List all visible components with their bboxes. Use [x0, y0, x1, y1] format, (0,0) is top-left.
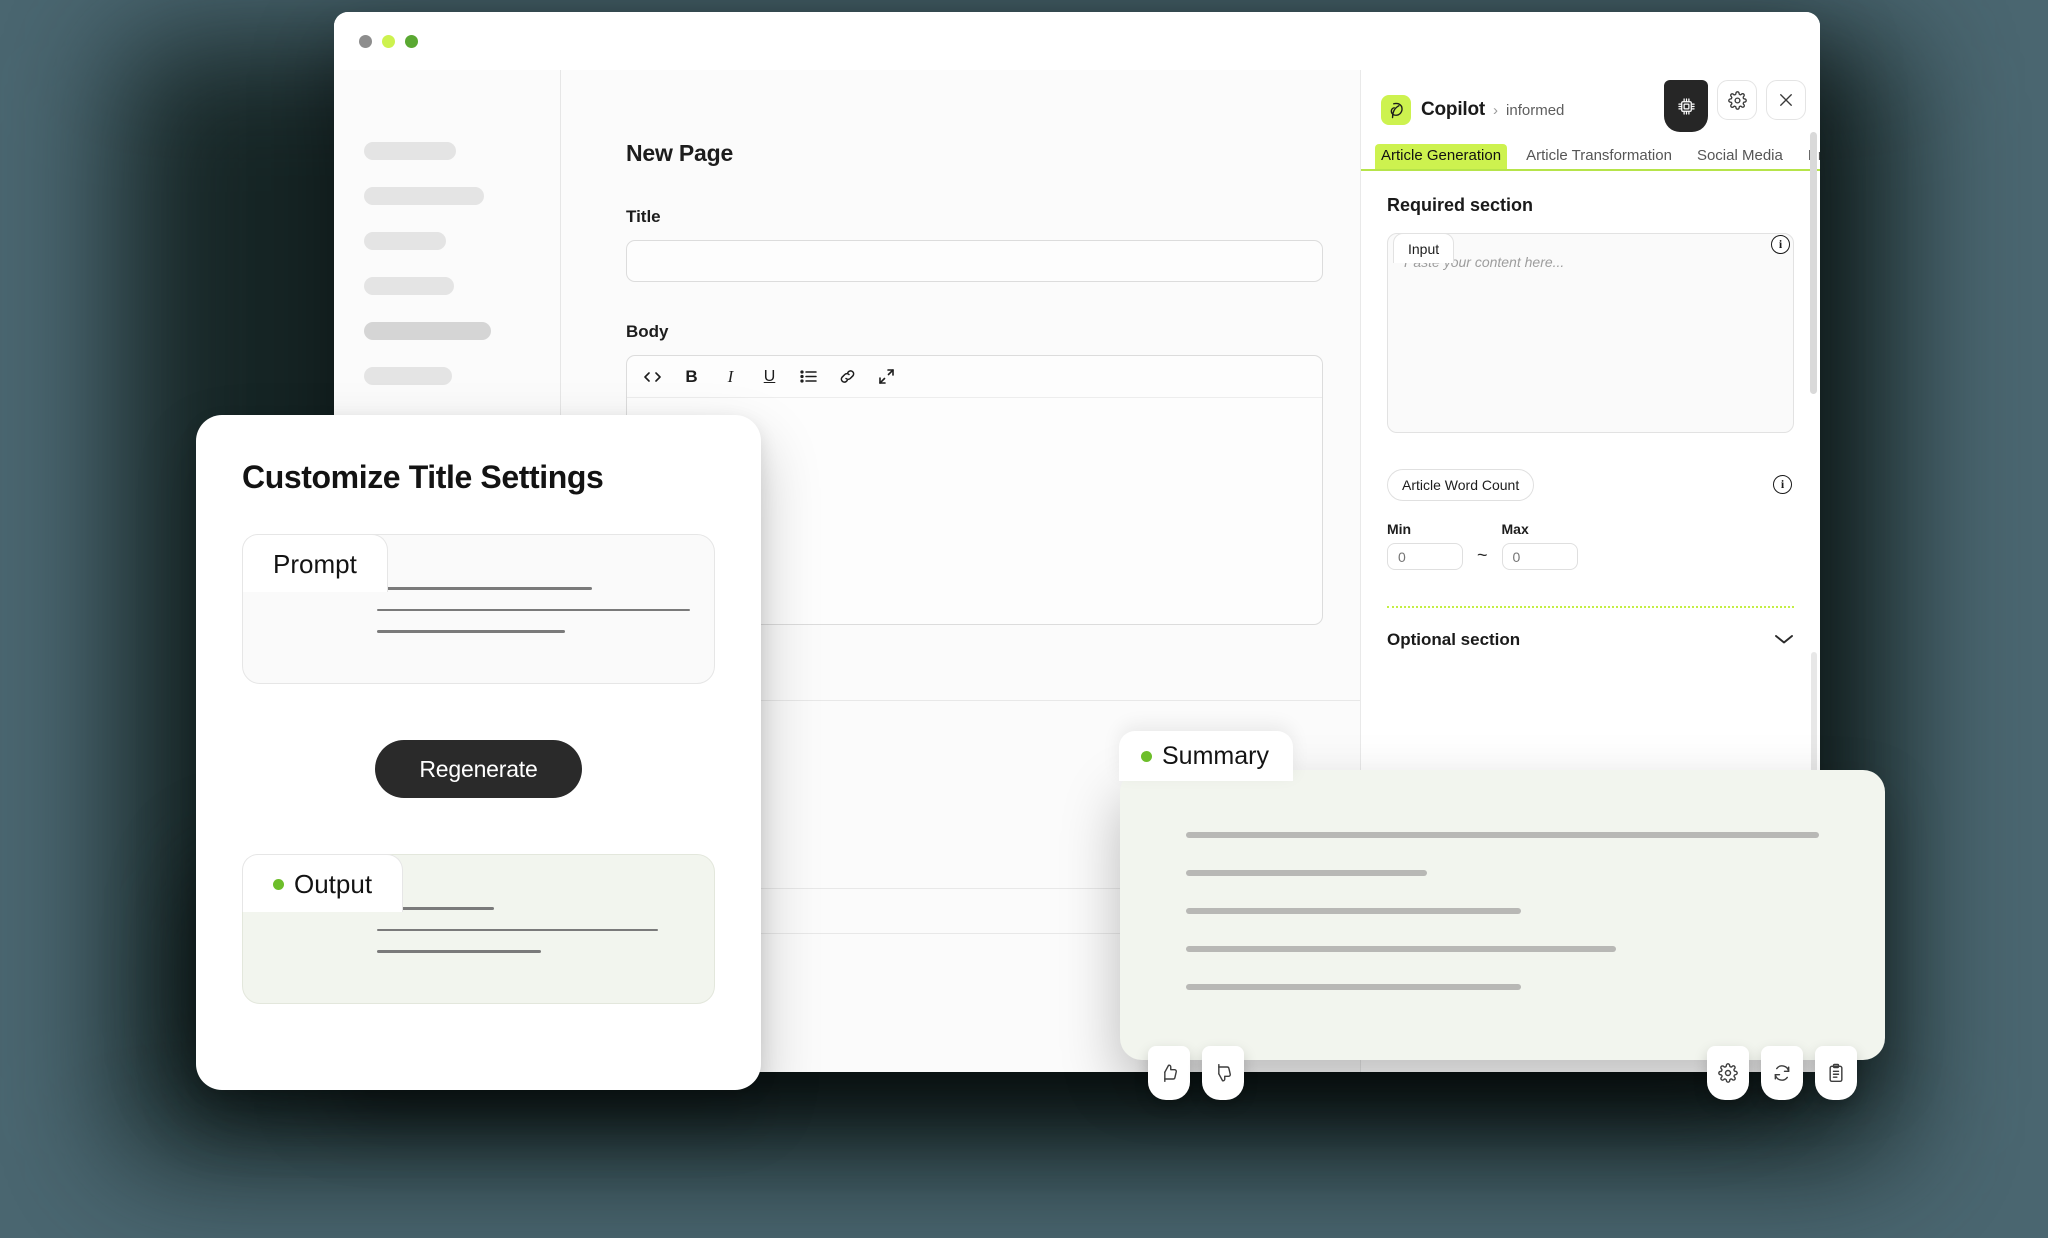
max-group: Max [1501, 521, 1578, 570]
skeleton-line [376, 950, 542, 953]
status-dot-icon [273, 879, 284, 890]
thumbs-down-icon[interactable] [1202, 1046, 1244, 1100]
bullet-list-icon[interactable] [799, 367, 818, 386]
skeleton-line [376, 630, 565, 633]
sidebar-item-4[interactable] [364, 277, 560, 295]
fullscreen-icon[interactable] [877, 367, 896, 386]
max-label: Max [1501, 521, 1529, 537]
sidebar-item-1[interactable] [364, 142, 560, 160]
skeleton-line [1186, 908, 1522, 914]
skeleton-line [376, 928, 659, 931]
summary-feedback-actions [1148, 1046, 1244, 1100]
copilot-header: Copilot › informed [1361, 70, 1820, 132]
prompt-label-text: Prompt [273, 549, 357, 579]
min-label: Min [1387, 521, 1412, 537]
skeleton-bar [364, 322, 491, 340]
prompt-fieldbox: Prompt [242, 534, 715, 684]
status-dot-icon [1141, 751, 1152, 762]
link-icon[interactable] [838, 367, 857, 386]
sidebar-item-6[interactable] [364, 367, 560, 385]
gear-icon[interactable] [1717, 80, 1757, 120]
refresh-icon[interactable] [1761, 1046, 1803, 1100]
output-fieldbox: Output [242, 854, 715, 1004]
skeleton-bar [364, 277, 454, 295]
min-group: Min [1387, 521, 1463, 570]
chevron-down-icon[interactable] [1774, 630, 1794, 650]
skeleton-line [1186, 984, 1522, 990]
summary-content [1120, 770, 1885, 990]
traffic-light-maximize-icon[interactable] [405, 34, 418, 48]
italic-icon[interactable]: I [721, 367, 740, 386]
summary-tool-actions [1707, 1046, 1857, 1100]
underline-icon[interactable]: U [760, 367, 779, 386]
thumbs-up-icon[interactable] [1148, 1046, 1190, 1100]
input-fieldbox: Input i Paste your content here... [1387, 233, 1794, 433]
traffic-light-minimize-icon[interactable] [382, 34, 395, 48]
skeleton-line [1186, 870, 1427, 876]
required-section-heading: Required section [1387, 195, 1534, 215]
window-titlebar [334, 12, 1820, 70]
optional-section-heading: Optional section [1387, 630, 1521, 649]
regenerate-wrap: Regenerate [242, 740, 715, 798]
tab-social-media[interactable]: Social Media [1691, 144, 1789, 169]
summary-label-text: Summary [1162, 742, 1269, 770]
optional-section-header[interactable]: Optional section [1387, 608, 1794, 666]
chip-icon[interactable] [1664, 80, 1708, 132]
body-editor-toolbar: B I U [627, 356, 1322, 398]
word-count-row: Article Word Count i [1387, 469, 1794, 501]
copilot-title: Copilot [1421, 99, 1486, 120]
output-tab-label[interactable]: Output [242, 854, 404, 912]
prompt-tab-label[interactable]: Prompt [242, 534, 388, 592]
input-info-icon[interactable]: i [1771, 235, 1790, 254]
range-separator: ~ [1477, 545, 1488, 565]
sidebar-item-2[interactable] [364, 187, 560, 205]
skeleton-bar [364, 187, 484, 205]
input-textarea[interactable]: Paste your content here... [1387, 233, 1794, 433]
traffic-light-close-icon[interactable] [359, 34, 372, 48]
regenerate-button[interactable]: Regenerate [375, 740, 582, 798]
skeleton-line [376, 608, 690, 611]
customize-title-settings-dialog: Customize Title Settings Prompt Regenera… [196, 415, 761, 1090]
bold-icon[interactable]: B [682, 367, 701, 386]
title-input[interactable] [626, 240, 1323, 282]
article-word-count-pill[interactable]: Article Word Count [1387, 469, 1535, 501]
code-icon[interactable] [643, 367, 662, 386]
sidebar-item-3[interactable] [364, 232, 560, 250]
tab-article-generation[interactable]: Article Generation [1375, 144, 1508, 169]
tab-article-transformation[interactable]: Article Transformation [1520, 144, 1678, 169]
gear-icon[interactable] [1707, 1046, 1749, 1100]
summary-tab-label[interactable]: Summary [1119, 731, 1293, 781]
skeleton-line [1186, 832, 1819, 838]
skeleton-bar [364, 367, 452, 385]
word-count-info-icon[interactable]: i [1773, 475, 1792, 494]
word-count-range: Min ~ Max [1387, 521, 1794, 570]
copilot-header-actions [1664, 80, 1806, 132]
breadcrumb-separator: › [1493, 101, 1499, 119]
output-label-text: Output [294, 869, 373, 899]
copilot-subtitle: informed [1506, 101, 1565, 119]
skeleton-line [1186, 946, 1617, 952]
input-tab-label[interactable]: Input [1393, 233, 1455, 263]
copilot-tab-bar: Article Generation Article Transformatio… [1361, 132, 1820, 171]
sidebar-item-5[interactable] [364, 322, 560, 340]
dialog-title: Customize Title Settings [242, 459, 604, 495]
skeleton-line [376, 587, 592, 590]
max-input[interactable] [1501, 543, 1578, 570]
summary-card: Summary [1119, 731, 1885, 1100]
skeleton-bar [364, 232, 446, 250]
copilot-logo-icon [1381, 95, 1411, 125]
skeleton-bar [364, 142, 456, 160]
panel-scrollbar-thumb[interactable] [1810, 132, 1817, 394]
clipboard-icon[interactable] [1815, 1046, 1857, 1100]
min-input[interactable] [1387, 543, 1463, 570]
close-icon[interactable] [1766, 80, 1806, 120]
